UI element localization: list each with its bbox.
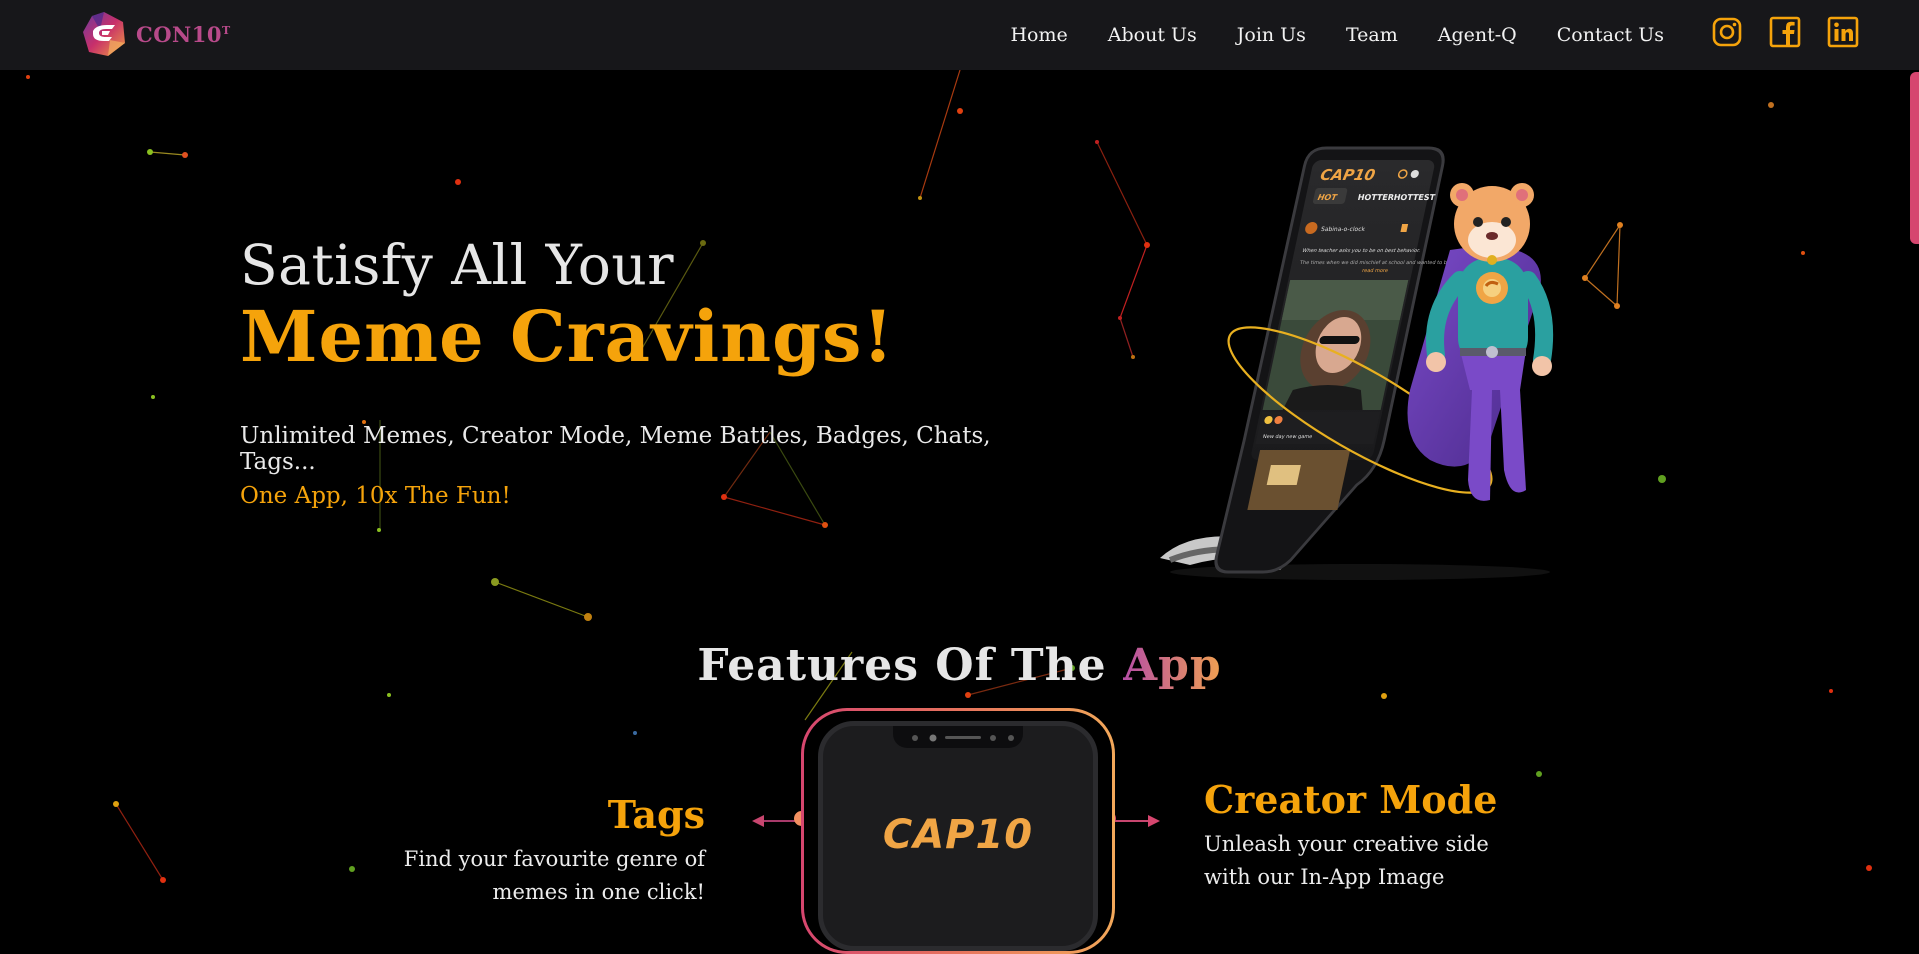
top-navbar: CON10T Home About Us Join Us Team Agent-… [0, 0, 1919, 70]
nav-about-us[interactable]: About Us [1108, 24, 1197, 46]
social-links [1711, 16, 1859, 48]
mockup-post-user: Sabina-o-clock [1320, 226, 1366, 233]
mockup-tab-hottest: HOTTEST [1393, 192, 1437, 202]
instagram-icon[interactable] [1711, 16, 1743, 48]
mockup-app-logo: CAP10 [1319, 166, 1377, 184]
mockup-read-more: read more [1362, 268, 1389, 274]
linkedin-icon[interactable] [1827, 16, 1859, 48]
feature-creator-mode-title: Creator Mode [1204, 777, 1498, 822]
nav-team[interactable]: Team [1346, 24, 1398, 46]
hero-heading-line2: Meme Cravings! [240, 294, 895, 378]
connector-right [1110, 815, 1160, 827]
feature-phone-device: CAP10 [818, 721, 1098, 951]
hero-tagline: One App, 10x The Fun! [240, 483, 511, 509]
hero-subtitle: Unlimited Memes, Creator Mode, Meme Batt… [240, 423, 991, 475]
feature-creator-mode: Creator Mode Unleash your creative side … [1204, 778, 1534, 895]
scroll-indicator[interactable] [1910, 72, 1919, 244]
feature-phone-frame: CAP10 [801, 708, 1115, 954]
mockup-tab-hot: HOT [1317, 192, 1340, 202]
nav-agent-q[interactable]: Agent-Q [1438, 24, 1517, 46]
feature-phone-app-logo: CAP10 [882, 812, 1034, 858]
facebook-icon[interactable] [1769, 16, 1801, 48]
feature-creator-mode-desc: Unleash your creative side with our In-A… [1204, 831, 1489, 890]
nav-home[interactable]: Home [1010, 24, 1067, 46]
feature-tags-title: Tags [607, 792, 705, 837]
mockup-tab-hotter: HOTTER [1357, 192, 1396, 202]
brand-name: CON10T [136, 21, 231, 47]
nav-contact-us[interactable]: Contact Us [1557, 24, 1664, 46]
features-heading: Features Of The App [697, 639, 1222, 691]
feature-tags-desc: Find your favourite genre of memes in on… [403, 846, 705, 905]
mockup-post-caption: When teacher asks you to be on best beha… [1302, 248, 1421, 254]
hero-section: Satisfy All Your Meme Cravings! Unlimite… [240, 235, 1070, 509]
brand-logo[interactable]: CON10T [80, 9, 231, 59]
hero-heading-line1: Satisfy All Your [240, 233, 675, 297]
hero-illustration: CAP10 HOT HOTTER HOTTEST Sabina-o-clock … [1160, 146, 1554, 580]
phone-notch [893, 726, 1023, 748]
nav-join-us[interactable]: Join Us [1237, 24, 1306, 46]
feature-tags: Tags Find your favourite genre of memes … [340, 793, 705, 910]
brand-logo-icon [83, 12, 125, 56]
main-nav: Home About Us Join Us Team Agent-Q Conta… [1010, 0, 1664, 70]
mockup-second-caption: New day new game [1262, 434, 1313, 440]
